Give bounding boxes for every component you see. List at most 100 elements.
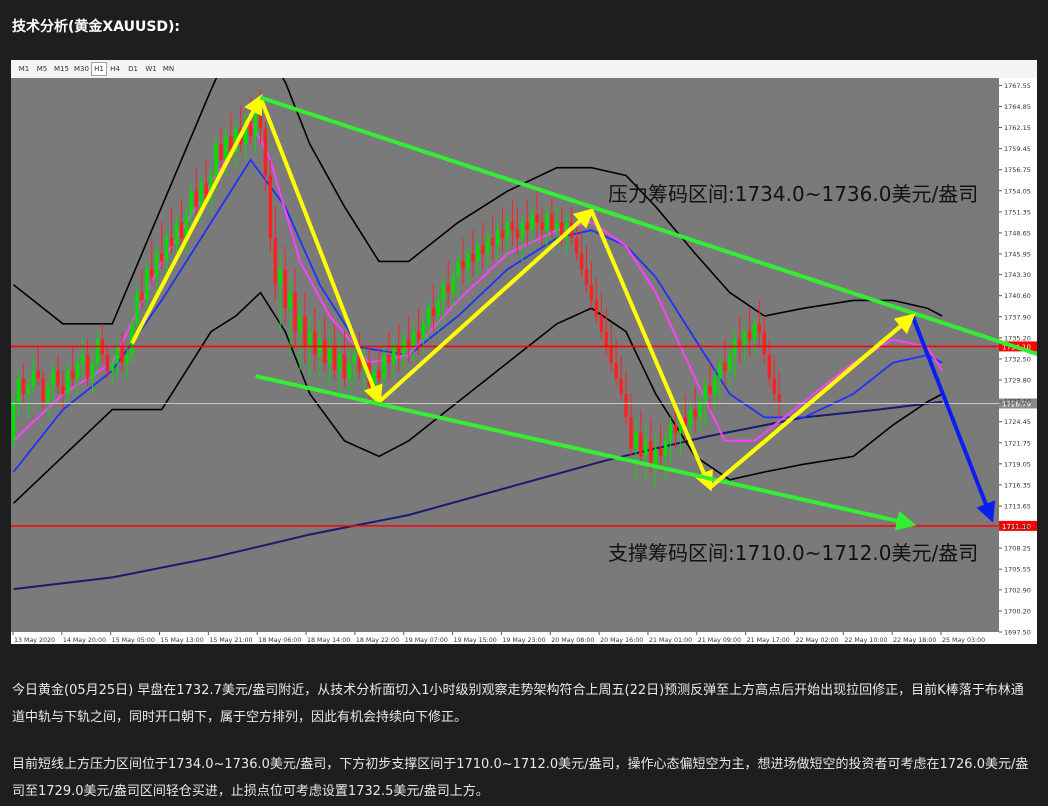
candle-body	[416, 331, 421, 340]
y-tick-label: 1759.45	[1004, 145, 1031, 153]
y-tick-label: 1737.90	[1004, 313, 1031, 321]
analysis-paragraph-1: 今日黄金(05月25日) 早盘在1732.7美元/盎司附近，从技术分析面切入1小…	[12, 683, 1024, 725]
y-tick-label: 1748.65	[1004, 229, 1031, 237]
tf-button-h4[interactable]: H4	[108, 63, 122, 75]
candle-body	[490, 237, 495, 246]
tf-button-m15[interactable]: M15	[53, 63, 70, 75]
tf-button-m5[interactable]: M5	[35, 63, 49, 75]
y-tick-label: 1735.20	[1004, 334, 1031, 342]
x-tick-label: 22 May 02:00	[795, 637, 838, 644]
candle-body	[742, 331, 747, 348]
candle-body	[481, 245, 485, 254]
y-tick-label: 1743.30	[1004, 271, 1031, 279]
candle-body	[313, 331, 317, 355]
candle-body	[174, 222, 179, 246]
y-tick-label: 1719.05	[1004, 460, 1031, 468]
x-tick-label: 19 May 15:00	[454, 637, 497, 644]
candle-body	[466, 253, 470, 270]
candle-body	[708, 386, 712, 395]
chart-window: M1 M5 M15 M30 H1 H4 D1 W1 MN 1734.101711…	[11, 60, 1037, 644]
x-tick-label: 21 May 09:00	[698, 637, 741, 644]
candle-body	[214, 144, 218, 176]
candle-body	[51, 370, 55, 387]
candle-body	[530, 214, 534, 231]
candle-body	[653, 448, 658, 465]
candle-body	[673, 425, 678, 434]
x-tick-label: 15 May 05:00	[112, 637, 155, 644]
candle-body	[411, 331, 416, 348]
candle-body	[224, 136, 228, 160]
tf-button-m1[interactable]: M1	[17, 63, 31, 75]
candle-body	[668, 425, 673, 441]
candle-body	[698, 401, 702, 418]
timeframe-toolbar: M1 M5 M15 M30 H1 H4 D1 W1 MN	[11, 60, 1037, 79]
x-tick-label: 20 May 16:00	[600, 637, 643, 644]
candle-body	[649, 440, 653, 465]
candle-body	[629, 417, 633, 449]
candle-body	[451, 276, 455, 293]
price-chart[interactable]: 1734.101711.101726.79 1767.551764.851762…	[11, 78, 1037, 644]
candle-body	[500, 230, 505, 238]
candle-body	[550, 214, 554, 231]
candle-body	[298, 315, 302, 332]
candle-body	[446, 284, 450, 293]
candle-body	[599, 315, 604, 332]
candle-body	[619, 378, 623, 395]
tf-button-mn[interactable]: MN	[161, 63, 176, 75]
candle-body	[303, 315, 307, 348]
candle-body	[397, 347, 401, 355]
candle-body	[540, 222, 544, 231]
candle-body	[11, 401, 16, 441]
candle-body	[327, 347, 332, 363]
candle-body	[713, 378, 717, 395]
candle-body	[95, 339, 100, 363]
candle-body	[604, 331, 608, 348]
page-title: 技术分析(黄金XAUUSD):	[12, 19, 181, 35]
tf-button-d1[interactable]: D1	[126, 63, 140, 75]
tf-button-h1[interactable]: H1	[91, 62, 107, 76]
candle-body	[199, 183, 203, 207]
candle-body	[268, 175, 273, 238]
support-zone-label: 支撑筹码区间:1710.0~1712.0美元/盎司	[608, 541, 978, 565]
candle-body	[194, 191, 198, 207]
x-tick-label: 15 May 13:00	[161, 637, 204, 644]
candle-body	[436, 300, 441, 316]
candle-body	[614, 362, 618, 379]
candle-body	[639, 433, 643, 457]
y-tick-label: 1702.90	[1004, 586, 1031, 594]
candle-body	[609, 347, 613, 363]
candle-body	[703, 386, 707, 402]
y-tick-label: 1724.45	[1004, 418, 1031, 426]
candle-body	[293, 292, 297, 332]
candle-body	[16, 378, 21, 402]
y-tick-label: 1756.75	[1004, 166, 1031, 174]
candle-body	[31, 370, 35, 387]
candle-body	[21, 378, 26, 395]
candle-body	[747, 331, 752, 340]
tf-button-m30[interactable]: M30	[73, 63, 90, 75]
candle-body	[485, 237, 490, 254]
y-tick-label: 1732.50	[1004, 355, 1031, 363]
y-tick-label: 1729.80	[1004, 376, 1031, 384]
candle-body	[535, 214, 539, 223]
candle-body	[752, 323, 757, 340]
candle-body	[169, 237, 174, 246]
y-tick-label: 1700.20	[1004, 607, 1031, 615]
candle-body	[723, 362, 727, 371]
x-tick-label: 22 May 18:00	[893, 637, 936, 644]
candle-body	[441, 284, 445, 301]
x-tick-label: 19 May 23:00	[502, 637, 545, 644]
candle-body	[80, 355, 85, 363]
candle-body	[525, 222, 529, 231]
candle-body	[159, 253, 164, 262]
candle-body	[658, 448, 663, 457]
candle-body	[377, 370, 381, 379]
candle-body	[41, 378, 45, 402]
candle-body	[589, 284, 594, 301]
candle-body	[308, 331, 312, 348]
candle-body	[61, 386, 65, 395]
x-tick-label: 18 May 14:00	[307, 637, 350, 644]
tf-button-w1[interactable]: W1	[144, 63, 158, 75]
candle-body	[46, 386, 50, 402]
x-tick-label: 14 May 20:00	[63, 637, 106, 644]
